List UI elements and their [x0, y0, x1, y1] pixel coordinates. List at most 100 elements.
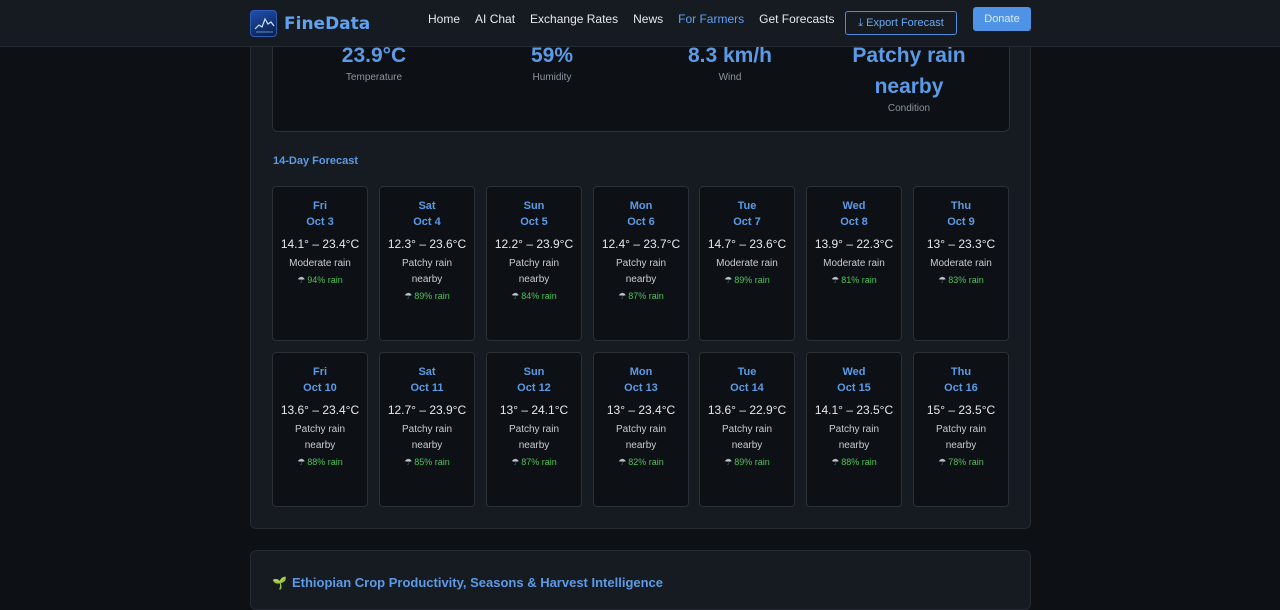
current-condition: Patchy rain nearby Condition: [824, 40, 994, 114]
nav-link-home[interactable]: Home: [428, 12, 460, 26]
forecast-day-temp: 15° – 23.5°C: [926, 403, 996, 417]
forecast-day-temp: 13.6° – 23.4°C: [280, 403, 360, 417]
forecast-day-condition: Patchy rain nearby: [294, 424, 346, 451]
rain-cloud-icon: ☂: [831, 275, 840, 285]
nav-link-get-forecasts[interactable]: Get Forecasts: [759, 12, 834, 26]
forecast-day-rain: ☂ 78% rain: [914, 454, 1008, 471]
forecast-day-rain-text: 83% rain: [948, 275, 984, 285]
forecast-day-card: Thu Oct 16 15° – 23.5°C Patchy rain nearby ☂…: [913, 352, 1009, 507]
donate-button[interactable]: Donate: [973, 7, 1031, 31]
forecast-day-name: Tue: [737, 366, 757, 378]
forecast-day-name: Mon: [629, 366, 653, 378]
rain-cloud-icon: ☂: [831, 457, 840, 467]
wind-label: Wind: [718, 72, 742, 83]
forecast-day-date: Oct 7: [733, 216, 761, 228]
forecast-day-rain-text: 88% rain: [841, 457, 877, 467]
forecast-day-date: Oct 6: [627, 216, 655, 228]
forecast-day-temp: 14.1° – 23.5°C: [814, 403, 894, 417]
forecast-day-condition: Patchy rain nearby: [828, 424, 880, 451]
forecast-day-condition: Patchy rain nearby: [508, 258, 560, 285]
rain-cloud-icon: ☂: [511, 291, 520, 301]
forecast-day-rain: ☂ 82% rain: [594, 454, 688, 471]
forecast-day-rain-text: 81% rain: [841, 275, 877, 285]
forecast-day-rain-text: 87% rain: [628, 291, 664, 301]
forecast-day-temp: 12.4° – 23.7°C: [601, 237, 681, 251]
forecast-day-temp: 12.7° – 23.9°C: [387, 403, 467, 417]
brand[interactable]: FineData: [250, 10, 370, 37]
rain-cloud-icon: ☂: [297, 275, 306, 285]
logo-icon: [250, 10, 277, 37]
forecast-day-temp: 13° – 23.3°C: [926, 237, 996, 251]
rain-cloud-icon: ☂: [404, 457, 413, 467]
forecast-day-card: Sun Oct 5 12.2° – 23.9°C Patchy rain nearby…: [486, 186, 582, 341]
forecast-day-rain: ☂ 94% rain: [273, 272, 367, 289]
forecast-day-rain-text: 89% rain: [734, 457, 770, 467]
forecast-day-temp: 13° – 24.1°C: [499, 403, 569, 417]
nav-links: Home AI Chat Exchange Rates News For Far…: [428, 12, 849, 26]
crop-section: 🌱 Ethiopian Crop Productivity, Seasons &…: [250, 550, 1031, 610]
forecast-day-card: Thu Oct 9 13° – 23.3°C Moderate rain ☂ 83% ra…: [913, 186, 1009, 341]
forecast-day-name: Fri: [312, 366, 328, 378]
forecast-day-rain: ☂ 89% rain: [700, 454, 794, 471]
condition-value-line2: nearby: [874, 75, 944, 98]
nav-link-for-farmers[interactable]: For Farmers: [678, 12, 744, 26]
forecast-day-rain: ☂ 81% rain: [807, 272, 901, 289]
forecast-day-name: Wed: [842, 200, 866, 212]
forecast-day-rain: ☂ 88% rain: [273, 454, 367, 471]
forecast-day-card: Sat Oct 4 12.3° – 23.6°C Patchy rain nearby…: [379, 186, 475, 341]
forecast-day-card: Fri Oct 3 14.1° – 23.4°C Moderate rain ☂ 94% …: [272, 186, 368, 341]
forecast-day-name: Thu: [950, 200, 972, 212]
forecast-day-rain: ☂ 89% rain: [380, 288, 474, 305]
nav-link-exchange-rates[interactable]: Exchange Rates: [530, 12, 618, 26]
forecast-day-card: Tue Oct 14 13.6° – 22.9°C Patchy rain nearb…: [699, 352, 795, 507]
forecast-day-rain: ☂ 89% rain: [700, 272, 794, 289]
rain-cloud-icon: ☂: [297, 457, 306, 467]
forecast-day-condition: Patchy rain nearby: [721, 424, 773, 451]
forecast-day-temp: 13.9° – 22.3°C: [814, 237, 894, 251]
rain-cloud-icon: ☂: [938, 275, 947, 285]
forecast-day-rain: ☂ 85% rain: [380, 454, 474, 471]
rain-cloud-icon: ☂: [404, 291, 413, 301]
forecast-day-name: Sun: [523, 200, 545, 212]
forecast-day-rain: ☂ 87% rain: [594, 288, 688, 305]
rain-cloud-icon: ☂: [618, 457, 627, 467]
forecast-day-rain-text: 88% rain: [307, 457, 343, 467]
forecast-day-rain: ☂ 88% rain: [807, 454, 901, 471]
forecast-day-temp: 14.7° – 23.6°C: [707, 237, 787, 251]
forecast-day-date: Oct 4: [413, 216, 441, 228]
export-forecast-button[interactable]: ⤓ Export Forecast: [845, 11, 957, 35]
forecast-day-rain-text: 82% rain: [628, 457, 664, 467]
forecast-day-rain: ☂ 83% rain: [914, 272, 1008, 289]
forecast-day-card: Fri Oct 10 13.6° – 23.4°C Patchy rain nearb…: [272, 352, 368, 507]
crop-section-title: 🌱 Ethiopian Crop Productivity, Seasons &…: [272, 575, 663, 590]
forecast-day-rain-text: 84% rain: [521, 291, 557, 301]
crop-section-title-text: Ethiopian Crop Productivity, Seasons & H…: [291, 575, 664, 590]
forecast-day-condition: Moderate rain: [289, 258, 351, 269]
forecast-day-card: Tue Oct 7 14.7° – 23.6°C Moderate rain ☂ 89% …: [699, 186, 795, 341]
forecast-day-date: Oct 5: [520, 216, 548, 228]
forecast-day-name: Fri: [312, 200, 328, 212]
forecast-day-rain-text: 94% rain: [307, 275, 343, 285]
forecast-day-card: Wed Oct 15 14.1° – 23.5°C Patchy rain nearb…: [806, 352, 902, 507]
navbar: FineData Home AI Chat Exchange Rates New…: [0, 0, 1280, 47]
weather-section: 23.9°C Temperature 59% Humidity 8.3 km/h…: [250, 20, 1031, 529]
sprout-icon: 🌱: [272, 575, 287, 590]
forecast-day-condition: Patchy rain nearby: [615, 258, 667, 285]
nav-link-news[interactable]: News: [633, 12, 663, 26]
forecast-day-date: Oct 8: [840, 216, 868, 228]
forecast-day-rain-text: 89% rain: [734, 275, 770, 285]
forecast-day-rain: ☂ 87% rain: [487, 454, 581, 471]
forecast-day-condition: Patchy rain nearby: [615, 424, 667, 451]
forecast-day-date: Oct 13: [624, 382, 658, 394]
forecast-day-date: Oct 10: [303, 382, 337, 394]
forecast-day-card: Mon Oct 13 13° – 23.4°C Patchy rain nearby ☂…: [593, 352, 689, 507]
forecast-day-date: Oct 3: [306, 216, 334, 228]
forecast-day-condition: Patchy rain nearby: [401, 424, 453, 451]
nav-link-ai-chat[interactable]: AI Chat: [475, 12, 515, 26]
forecast-day-date: Oct 9: [947, 216, 975, 228]
forecast-day-date: Oct 15: [837, 382, 871, 394]
forecast-day-rain: ☂ 84% rain: [487, 288, 581, 305]
rain-cloud-icon: ☂: [938, 457, 947, 467]
forecast-day-temp: 14.1° – 23.4°C: [280, 237, 360, 251]
forecast-day-date: Oct 14: [730, 382, 764, 394]
